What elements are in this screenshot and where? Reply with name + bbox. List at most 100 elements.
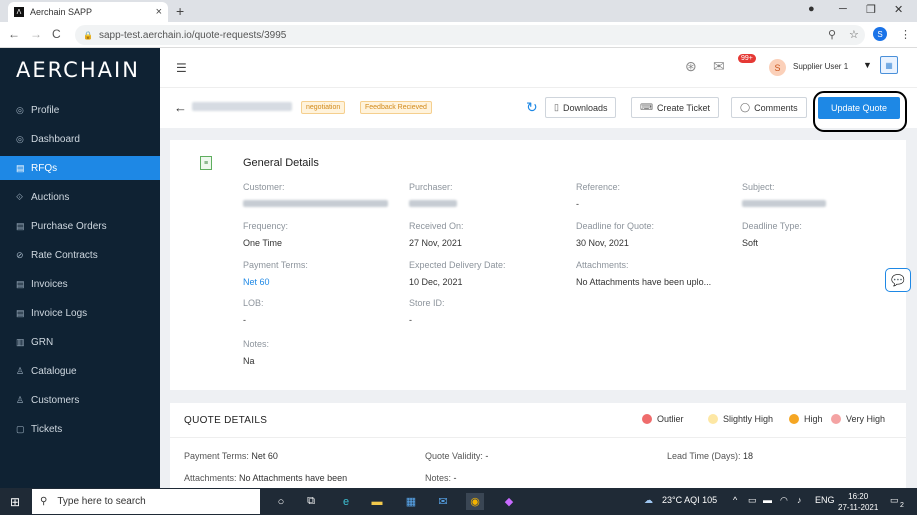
quote-details-title: QUOTE DETAILS <box>184 415 268 426</box>
sidebar-item-rate-contracts[interactable]: ⊘ Rate Contracts <box>0 243 160 267</box>
sidebar-item-icon: ▤ <box>16 307 25 318</box>
sidebar-item-purchase-orders[interactable]: ▤ Purchase Orders <box>0 214 160 238</box>
sidebar-item-tickets[interactable]: ▢ Tickets <box>0 417 160 441</box>
sidebar-item-rfqs[interactable]: ▤ RFQs <box>0 156 160 180</box>
back-nav-icon[interactable]: ← <box>8 27 20 41</box>
chat-support-icon[interactable]: 💬 <box>885 268 911 292</box>
store-icon[interactable]: ▦ <box>402 493 420 510</box>
lob-label: LOB: <box>243 298 264 308</box>
network-icon[interactable]: ▬ <box>763 495 772 505</box>
chrome-icon[interactable]: ◉ <box>466 493 484 510</box>
app-header: ☰ ⊛ ✉ 99+ S Supplier User 1 ▼ ▦ <box>160 48 917 88</box>
forward-nav-icon[interactable]: → <box>30 27 42 41</box>
address-bar: ← → C 🔒 sapp-test.aerchain.io/quote-requ… <box>0 22 917 48</box>
refresh-icon[interactable]: ↻ <box>526 99 538 116</box>
notification-center-icon[interactable]: ▭ <box>890 495 899 506</box>
task-view-icon[interactable]: ⧉ <box>302 493 320 510</box>
expected-delivery-label: Expected Delivery Date: <box>409 260 506 270</box>
messages-icon[interactable]: ✉ <box>713 58 725 75</box>
browser-profile-avatar[interactable]: S <box>873 27 887 41</box>
back-arrow-icon[interactable]: ← <box>174 100 187 115</box>
sidebar-item-label: Catalogue <box>31 365 77 377</box>
wifi-icon[interactable]: ◠ <box>780 495 788 506</box>
downloads-button[interactable]: ▯ Downloads <box>545 97 617 118</box>
taskbar-search-input[interactable]: ⚲ Type here to search <box>32 489 260 514</box>
zoom-icon[interactable]: ⚲ <box>828 28 836 41</box>
tray-chevron-icon[interactable]: ^ <box>733 495 737 505</box>
comments-label: Comments <box>754 102 798 113</box>
sidebar-item-icon: ▤ <box>16 162 25 173</box>
sidebar-item-catalogue[interactable]: ♙ Catalogue <box>0 359 160 383</box>
maximize-icon[interactable]: ❐ <box>866 3 876 16</box>
weather-text[interactable]: 23°C AQI 105 <box>662 495 717 505</box>
language-indicator[interactable]: ENG <box>815 495 835 505</box>
legend-label: Very High <box>846 414 886 424</box>
legend-label: Slightly High <box>723 414 774 424</box>
edge-icon[interactable]: e <box>337 493 355 510</box>
sidebar-item-label: Profile <box>31 104 60 116</box>
sidebar-item-label: Invoice Logs <box>31 307 88 319</box>
calendar-icon[interactable]: ▦ <box>880 56 898 74</box>
legend-dot <box>831 414 841 424</box>
menu-toggle-icon[interactable]: ☰ <box>176 61 187 75</box>
quote-payment-terms-value: Net 60 <box>251 451 278 461</box>
minimize-icon[interactable]: ─ <box>839 3 847 15</box>
reload-icon[interactable]: C <box>52 27 61 41</box>
comments-button[interactable]: ◯ Comments <box>731 97 807 118</box>
user-name[interactable]: Supplier User 1 <box>793 62 848 71</box>
sidebar-item-icon: ◎ <box>16 133 24 144</box>
sidebar-item-label: Dashboard <box>31 133 80 145</box>
browser-menu-icon[interactable]: ⋮ <box>900 28 911 41</box>
file-explorer-icon[interactable]: ▬ <box>368 493 386 510</box>
sidebar-item-grn[interactable]: ▥ GRN <box>0 330 160 354</box>
record-icon[interactable]: ● <box>808 3 815 15</box>
user-dropdown-icon[interactable]: ▼ <box>863 60 872 70</box>
battery-icon[interactable]: ▭ <box>748 495 757 506</box>
sidebar-item-label: Invoices <box>31 278 68 290</box>
sidebar-item-customers[interactable]: ♙ Customers <box>0 388 160 412</box>
sidebar-item-invoices[interactable]: ▤ Invoices <box>0 272 160 296</box>
os-taskbar: ⊞ ⚲ Type here to search ○ ⧉ e ▬ ▦ ✉ ◉ ◆ … <box>0 488 917 515</box>
customer-value-redacted <box>243 200 388 207</box>
frequency-value: One Time <box>243 238 283 248</box>
window-close-icon[interactable]: ✕ <box>894 3 903 16</box>
volume-icon[interactable]: ♪ <box>797 495 802 505</box>
lead-time: Lead Time (Days): 18 <box>667 451 753 461</box>
reference-label: Reference: <box>576 182 621 192</box>
new-tab-icon[interactable]: + <box>176 3 184 19</box>
browser-tab[interactable]: Λ Aerchain SAPP × <box>8 2 168 22</box>
sidebar-item-invoice-logs[interactable]: ▤ Invoice Logs <box>0 301 160 325</box>
sidebar-item-profile[interactable]: ◎ Profile <box>0 98 160 122</box>
notes-label: Notes: <box>243 339 270 349</box>
windows-start-icon[interactable]: ⊞ <box>10 495 20 509</box>
close-tab-icon[interactable]: × <box>156 6 162 18</box>
aerchain-logo[interactable]: AERCHAIN <box>16 58 140 82</box>
sidebar-item-auctions[interactable]: ⟐ Auctions <box>0 185 160 209</box>
legend-dot <box>642 414 652 424</box>
sidebar-item-label: Tickets <box>31 423 63 435</box>
url-text: sapp-test.aerchain.io/quote-requests/399… <box>98 29 287 41</box>
user-avatar[interactable]: S <box>769 59 786 76</box>
deadline-quote-value: 30 Nov, 2021 <box>576 238 629 248</box>
mail-icon[interactable]: ✉ <box>434 493 452 510</box>
payment-terms-value[interactable]: Net 60 <box>243 277 270 287</box>
sidebar-item-label: Auctions <box>31 191 70 203</box>
highlight-ring <box>813 91 907 132</box>
clock-date: 27-11-2021 <box>838 503 879 512</box>
sidebar-item-icon: ♙ <box>16 365 25 376</box>
currency-icon[interactable]: ⊛ <box>685 58 697 75</box>
taskbar-clock[interactable]: 16:20 27-11-2021 <box>838 491 878 513</box>
cortana-icon[interactable]: ○ <box>272 493 290 510</box>
quote-validity-label: Quote Validity: <box>425 451 483 461</box>
legend-dot <box>789 414 799 424</box>
attachments-value: No Attachments have been uplo... <box>576 277 712 287</box>
app-drop-icon[interactable]: ◆ <box>500 493 518 510</box>
quote-payment-terms-label: Payment Terms: <box>184 451 249 461</box>
sidebar: AERCHAIN ◎ Profile ◎ Dashboard ▤ RFQs ⟐ Auction… <box>0 48 160 488</box>
bookmark-star-icon[interactable]: ☆ <box>849 28 859 41</box>
legend-item-slightly-high: Slightly High <box>708 414 773 424</box>
sidebar-item-dashboard[interactable]: ◎ Dashboard <box>0 127 160 151</box>
create-ticket-button[interactable]: ⌨ Create Ticket <box>631 97 720 118</box>
sidebar-item-label: Rate Contracts <box>31 249 98 261</box>
url-field[interactable]: 🔒 sapp-test.aerchain.io/quote-requests/3… <box>75 25 865 45</box>
